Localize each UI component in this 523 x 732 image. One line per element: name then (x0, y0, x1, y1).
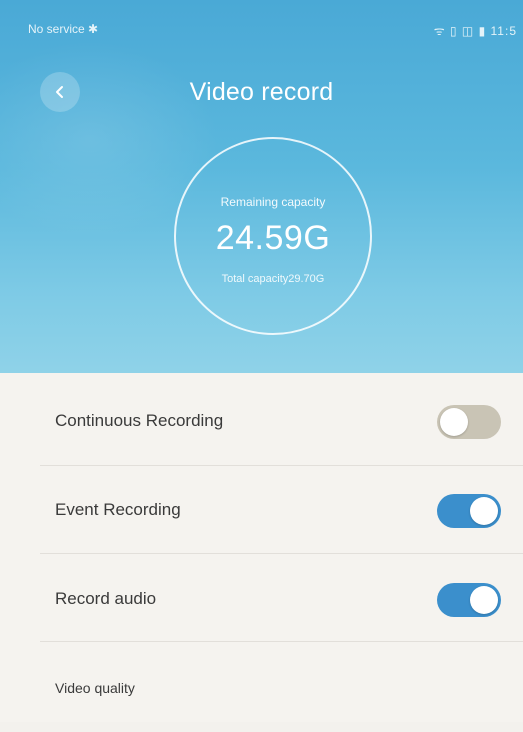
capacity-ring: Remaining capacity 24.59G Total capacity… (174, 137, 372, 335)
record-audio-toggle[interactable] (437, 583, 501, 617)
continuous-recording-row: Continuous Recording (0, 373, 523, 463)
event-recording-row: Event Recording (0, 466, 523, 556)
remaining-capacity-value: 24.59G (215, 219, 331, 257)
status-indicators: ᯤ ▯ ◫ ▮ 11:5 (433, 24, 517, 38)
status-bar: No service ✱ ᯤ ▯ ◫ ▮ 11:5 (0, 0, 523, 52)
toggle-knob (440, 408, 468, 436)
continuous-recording-toggle[interactable] (437, 405, 501, 439)
video-quality-label: Video quality (55, 680, 135, 696)
record-audio-label: Record audio (55, 589, 157, 608)
carrier-status: No service ✱ (28, 22, 99, 36)
settings-list: Continuous Recording Event Recording Rec… (0, 373, 523, 722)
continuous-recording-label: Continuous Recording (55, 411, 224, 430)
event-recording-label: Event Recording (55, 500, 181, 519)
total-capacity-label: Total capacity29.70G (221, 273, 325, 285)
page-title: Video record (189, 78, 334, 106)
video-quality-row[interactable]: Video quality (0, 642, 523, 732)
event-recording-toggle[interactable] (437, 494, 501, 528)
toggle-knob (470, 586, 498, 614)
header-banner: No service ✱ ᯤ ▯ ◫ ▮ 11:5 Video record R… (0, 0, 523, 373)
toggle-knob (470, 497, 498, 525)
remaining-capacity-label: Remaining capacity (220, 195, 326, 209)
record-audio-row: Record audio (0, 554, 523, 644)
